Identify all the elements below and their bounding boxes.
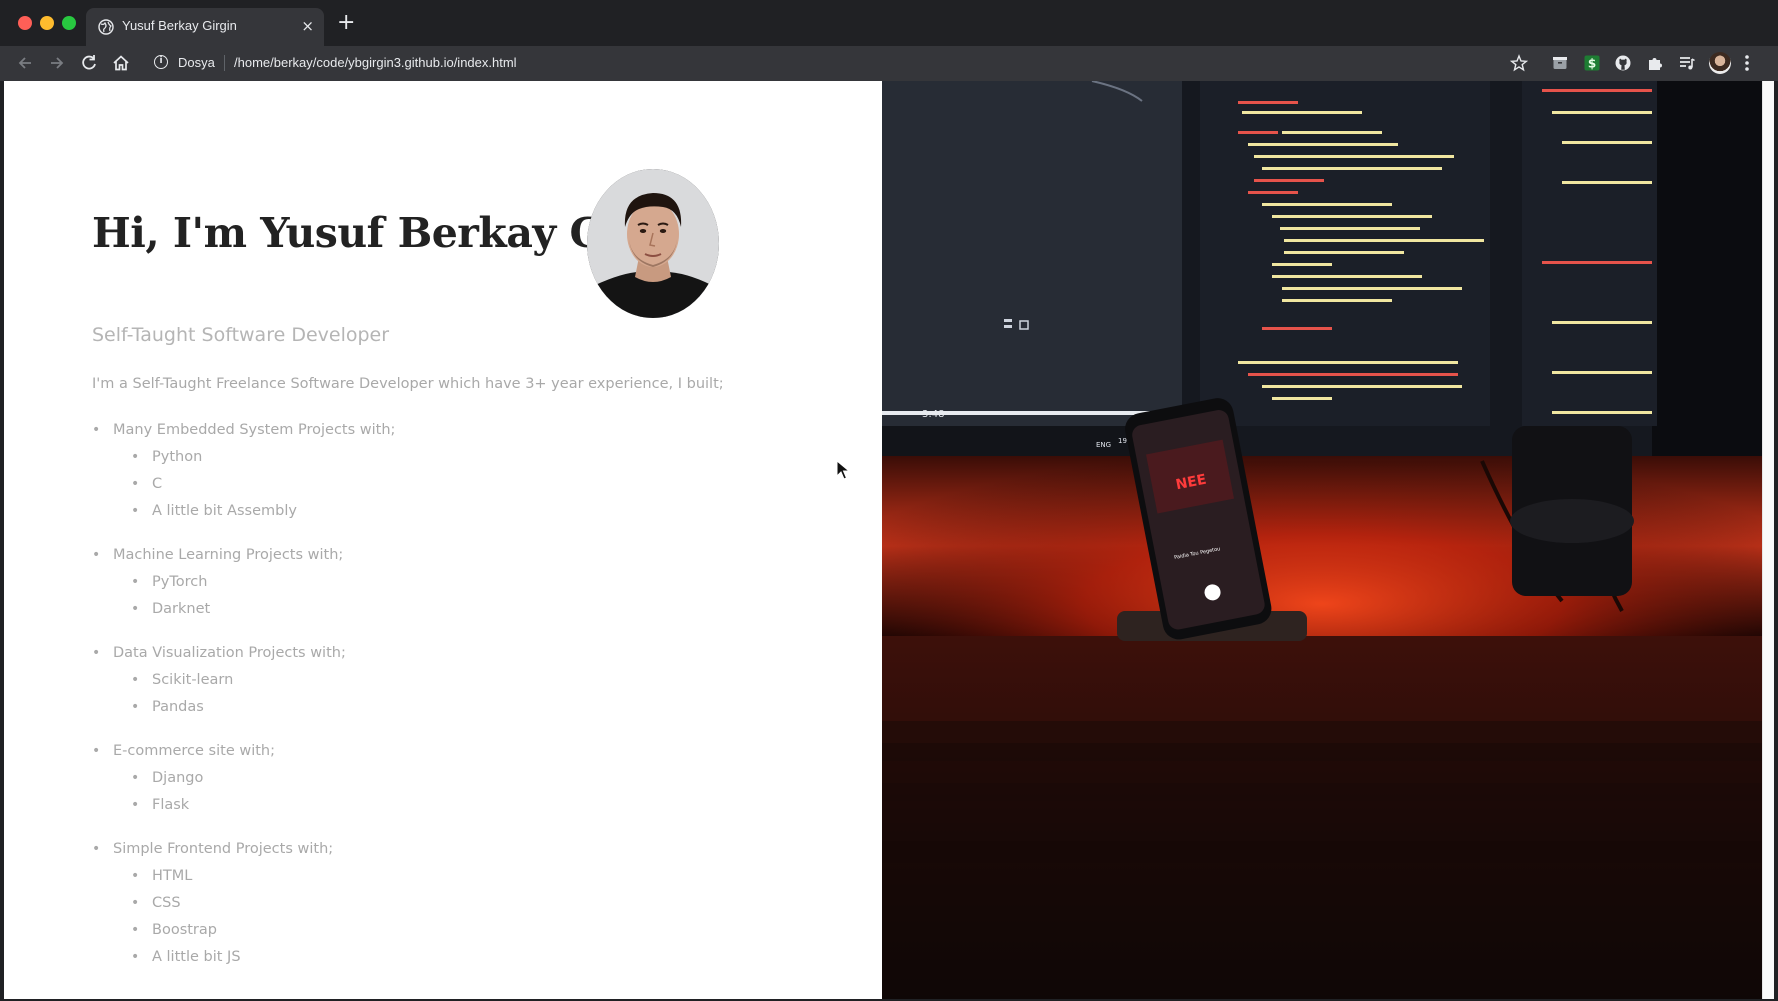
address-divider [224, 55, 225, 71]
project-item: E-commerce site with; Django Flask [92, 738, 852, 819]
project-item: Many Embedded System Projects with; Pyth… [92, 417, 852, 525]
scheme-label: Dosya [178, 55, 215, 70]
tech-item: A little bit Assembly [131, 498, 852, 525]
tab-strip: Yusuf Berkay Girgin × + [0, 0, 1778, 46]
intro-section: Hi, I'm Yusuf Berkay Girgin Self-Taught … [4, 81, 882, 999]
window-close-button[interactable] [18, 16, 32, 30]
tech-item: Boostrap [131, 917, 852, 944]
tech-item: Pandas [131, 694, 852, 721]
bookmark-star-icon[interactable] [1509, 54, 1529, 72]
hero-photo: 3:48 ENG 19:17 [882, 81, 1762, 999]
new-tab-button[interactable]: + [337, 11, 355, 35]
extensions-puzzle-icon[interactable] [1646, 54, 1664, 72]
project-title: Data Visualization Projects with; [113, 645, 346, 661]
profile-photo [587, 169, 719, 318]
tech-item: CSS [131, 890, 852, 917]
window-maximize-button[interactable] [62, 16, 76, 30]
extension-dollar-icon[interactable]: $ [1583, 54, 1601, 72]
svg-text:$: $ [1588, 57, 1596, 71]
extension-box-icon[interactable] [1551, 54, 1569, 72]
profile-avatar[interactable] [1709, 52, 1731, 74]
project-list: Many Embedded System Projects with; Pyth… [92, 417, 852, 988]
home-icon[interactable] [110, 52, 132, 74]
vertical-scrollbar[interactable] [1762, 81, 1774, 999]
monitor-time-label: 3:48 [922, 409, 944, 420]
tech-item: Flask [131, 792, 852, 819]
tech-item: Django [131, 765, 852, 792]
browser-toolbar: i Dosya /home/berkay/code/ybgirgin3.gith… [0, 46, 1778, 81]
tech-item: Scikit-learn [131, 667, 852, 694]
forward-arrow-icon[interactable] [46, 52, 68, 74]
tab-active[interactable]: Yusuf Berkay Girgin × [86, 8, 324, 46]
globe-icon [98, 19, 114, 35]
info-icon[interactable]: i [154, 55, 168, 69]
media-queue-icon[interactable] [1678, 54, 1696, 72]
project-item: Simple Frontend Projects with; HTML CSS … [92, 836, 852, 971]
tab-close-icon[interactable]: × [301, 17, 314, 35]
tech-list: HTML CSS Boostrap A little bit JS [113, 863, 852, 971]
project-item: Machine Learning Projects with; PyTorch … [92, 542, 852, 623]
github-icon[interactable] [1614, 54, 1632, 72]
page-subtitle: Self-Taught Software Developer [92, 324, 390, 346]
tech-list: Python C A little bit Assembly [113, 444, 852, 525]
taskbar-lang-label: ENG [1096, 441, 1111, 449]
project-item: Data Visualization Projects with; Scikit… [92, 640, 852, 721]
browser-window: Yusuf Berkay Girgin × + i Dosya /home/be… [0, 0, 1778, 1001]
back-arrow-icon[interactable] [14, 52, 36, 74]
tech-list: Django Flask [113, 765, 852, 819]
intro-text: I'm a Self-Taught Freelance Software Dev… [92, 376, 724, 392]
url-text[interactable]: /home/berkay/code/ybgirgin3.github.io/in… [234, 55, 517, 70]
tech-item: C [131, 471, 852, 498]
reload-icon[interactable] [78, 52, 100, 74]
more-options-icon[interactable] [1744, 52, 1750, 80]
project-title: E-commerce site with; [113, 743, 275, 759]
tech-item: Python [131, 444, 852, 471]
page-viewport: Hi, I'm Yusuf Berkay Girgin Self-Taught … [4, 81, 1774, 999]
tech-item: A little bit JS [131, 944, 852, 971]
project-title: Machine Learning Projects with; [113, 547, 344, 563]
project-title: Simple Frontend Projects with; [113, 841, 334, 857]
address-bar[interactable]: i Dosya /home/berkay/code/ybgirgin3.gith… [146, 52, 1506, 75]
tab-title: Yusuf Berkay Girgin [122, 18, 237, 33]
tech-item: PyTorch [131, 569, 852, 596]
project-title: Many Embedded System Projects with; [113, 422, 396, 438]
tech-item: Darknet [131, 596, 852, 623]
tech-item: HTML [131, 863, 852, 890]
tech-list: Scikit-learn Pandas [113, 667, 852, 721]
mouse-cursor-icon [836, 460, 850, 480]
window-minimize-button[interactable] [40, 16, 54, 30]
tech-list: PyTorch Darknet [113, 569, 852, 623]
